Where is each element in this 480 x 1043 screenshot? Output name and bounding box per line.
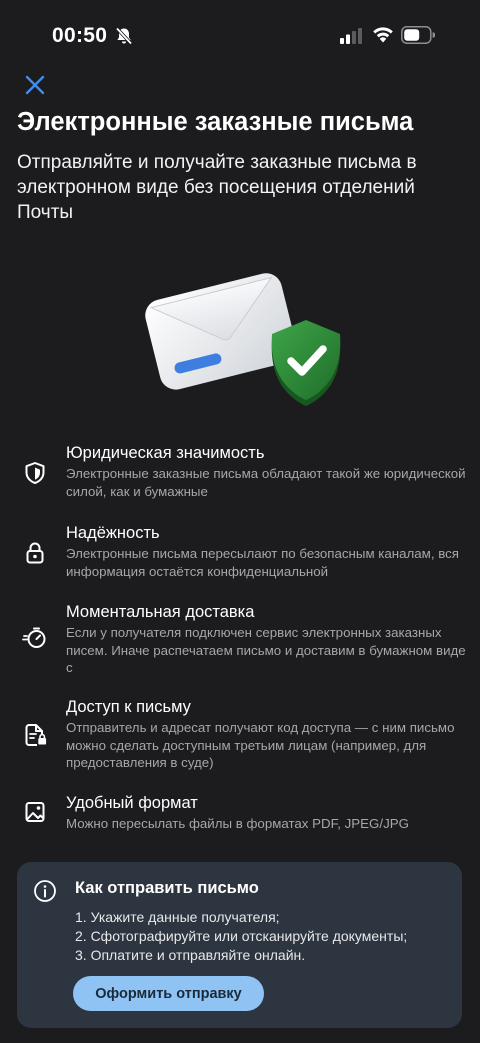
page-subtitle: Отправляйте и получайте заказные письма …	[17, 152, 417, 223]
battery-icon	[401, 26, 435, 44]
info-icon	[34, 880, 56, 902]
feature-description: Электронные письма пересылают по безопас…	[66, 546, 459, 579]
envelope-with-shield-check-icon	[145, 273, 341, 406]
feature-description: Электронные заказные письма обладают так…	[66, 466, 466, 499]
start-sending-button[interactable]: Оформить отправку	[73, 976, 264, 1011]
padlock-icon	[26, 542, 44, 564]
status-bar: 00:50	[0, 0, 480, 70]
how-to-step: 1. Укажите данные получателя;	[75, 909, 280, 925]
signal-icon	[340, 28, 362, 44]
wifi-icon	[373, 27, 393, 43]
how-to-send-card: Как отправить письмо 1. Укажите данные п…	[17, 862, 462, 1028]
stopwatch-icon	[22, 627, 46, 648]
page-title: Электронные заказные письма	[17, 108, 414, 136]
feature-description: Можно пересылать файлы в форматах PDF, J…	[66, 816, 409, 831]
bell-slash-icon	[115, 27, 133, 45]
close-icon[interactable]	[22, 72, 48, 98]
image-file-icon	[25, 802, 45, 822]
shield-half-icon	[25, 462, 45, 484]
feature-description: Отправитель и адресат получают код досту…	[66, 720, 455, 770]
feature-title: Удобный формат	[66, 794, 198, 812]
feature-title: Доступ к письму	[66, 698, 191, 716]
feature-title: Надёжность	[66, 524, 160, 542]
feature-title: Моментальная доставка	[66, 603, 255, 621]
how-to-step: 2. Сфотографируйте или отсканируйте доку…	[75, 928, 408, 944]
feature-title: Юридическая значимость	[66, 444, 265, 462]
how-to-step: 3. Оплатите и отправляйте онлайн.	[75, 947, 306, 963]
document-lock-icon	[25, 724, 47, 746]
status-time: 00:50	[52, 24, 108, 47]
how-to-title: Как отправить письмо	[75, 879, 259, 897]
feature-description: Если у получателя подключен сервис элект…	[66, 625, 466, 675]
how-to-steps: 1. Укажите данные получателя; 2. Сфотогр…	[75, 908, 407, 965]
